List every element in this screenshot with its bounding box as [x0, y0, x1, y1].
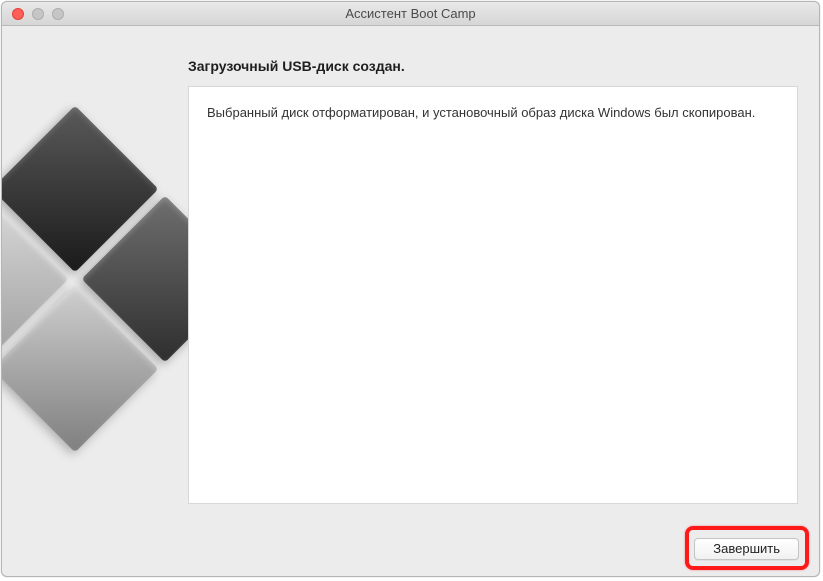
- footer-buttons: Завершить: [694, 538, 799, 560]
- maximize-icon: [52, 8, 64, 20]
- finish-button[interactable]: Завершить: [694, 538, 799, 560]
- info-text: Выбранный диск отформатирован, и установ…: [189, 87, 797, 139]
- page-title: Загрузочный USB-диск создан.: [188, 58, 405, 74]
- window-title: Ассистент Boot Camp: [2, 6, 819, 21]
- window-controls: [2, 8, 64, 20]
- window: Ассистент Boot Camp Загрузочный USB-диск…: [1, 1, 820, 577]
- titlebar: Ассистент Boot Camp: [2, 2, 819, 26]
- close-icon[interactable]: [12, 8, 24, 20]
- content-area: Загрузочный USB-диск создан. Выбранный д…: [2, 26, 819, 576]
- minimize-icon: [32, 8, 44, 20]
- info-panel: Выбранный диск отформатирован, и установ…: [188, 86, 798, 504]
